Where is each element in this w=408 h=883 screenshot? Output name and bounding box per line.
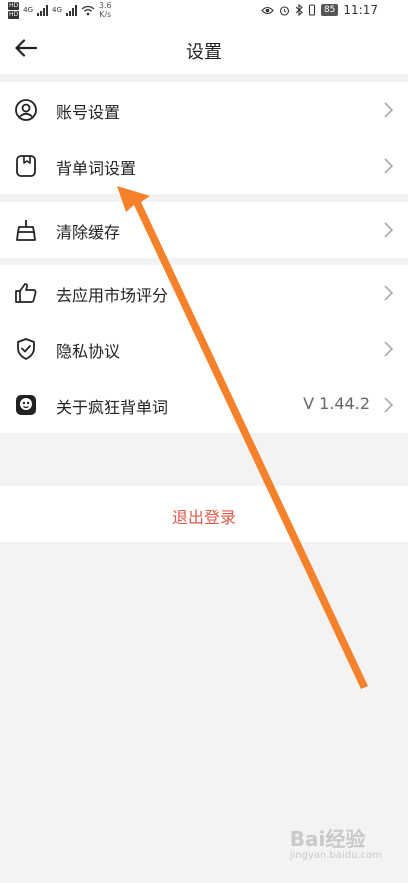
settings-group-2: 清除缓存 bbox=[0, 202, 408, 258]
signal-type-1: 4G bbox=[23, 6, 34, 14]
logout-button[interactable]: 退出登录 bbox=[0, 486, 408, 542]
rate-app-row[interactable]: 去应用市场评分 bbox=[0, 265, 408, 321]
settings-group-1: 账号设置 背单词设置 bbox=[0, 82, 408, 194]
privacy-policy-label: 隐私协议 bbox=[56, 342, 121, 361]
signal-bars-1-icon bbox=[37, 4, 49, 16]
shield-check-icon bbox=[17, 338, 35, 360]
account-settings-label: 账号设置 bbox=[56, 103, 121, 122]
about-app-row[interactable]: 关于疯狂背单词 V 1.44.2 bbox=[0, 377, 408, 433]
status-right: 85 11:17 bbox=[261, 3, 378, 17]
watermark-text: Bai经验 bbox=[289, 827, 366, 851]
rate-app-label: 去应用市场评分 bbox=[56, 286, 169, 305]
user-circle-icon bbox=[15, 99, 37, 121]
bluetooth-icon bbox=[295, 4, 303, 16]
network-speed: 3.6 K/s bbox=[99, 1, 112, 19]
wifi-icon bbox=[81, 5, 95, 15]
chevron-right-icon bbox=[384, 285, 394, 301]
clear-cache-label: 清除缓存 bbox=[56, 223, 121, 242]
clear-cache-row[interactable]: 清除缓存 bbox=[0, 202, 408, 258]
chevron-right-icon bbox=[384, 102, 394, 118]
privacy-policy-row[interactable]: 隐私协议 bbox=[0, 321, 408, 377]
chevron-right-icon bbox=[384, 158, 394, 174]
chevron-right-icon bbox=[384, 341, 394, 357]
network-speed-unit: K/s bbox=[99, 10, 112, 19]
vocab-settings-row[interactable]: 背单词设置 bbox=[0, 138, 408, 194]
page-title: 设置 bbox=[186, 42, 222, 63]
account-settings-row[interactable]: 账号设置 bbox=[0, 82, 408, 138]
annotation-arrow-shape bbox=[117, 186, 368, 689]
alarm-icon bbox=[279, 5, 290, 16]
status-left: HD HD 4G 4G 3.6 K/s bbox=[8, 1, 112, 19]
thumbs-up-icon bbox=[15, 283, 37, 303]
about-app-label: 关于疯狂背单词 bbox=[56, 398, 169, 417]
settings-group-3: 去应用市场评分 隐私协议 关于疯狂背单词 V 1.44.2 bbox=[0, 265, 408, 433]
signal-type-2: 4G bbox=[52, 6, 62, 14]
app-header: 设置 bbox=[0, 22, 408, 74]
vocab-settings-label: 背单词设置 bbox=[56, 159, 137, 178]
battery-level: 85 bbox=[320, 4, 339, 16]
vibrate-icon bbox=[308, 4, 316, 16]
app-version: V 1.44.2 bbox=[303, 394, 370, 413]
baidu-watermark: Bai经验 jingyan.baidu.com bbox=[290, 823, 382, 861]
chevron-right-icon bbox=[384, 222, 394, 238]
chevron-right-icon bbox=[384, 397, 394, 413]
status-bar: HD HD 4G 4G 3.6 K/s 85 11:17 bbox=[0, 0, 408, 22]
network-speed-value: 3.6 bbox=[98, 1, 112, 10]
hd-badges: HD HD bbox=[8, 1, 20, 19]
broom-icon bbox=[16, 220, 36, 241]
signal-bars-2-icon bbox=[65, 4, 77, 16]
watermark-subtext: jingyan.baidu.com bbox=[289, 850, 382, 861]
clock: 11:17 bbox=[343, 3, 378, 17]
logout-label: 退出登录 bbox=[171, 508, 236, 527]
bookmark-box-icon bbox=[16, 155, 36, 177]
hd-badge-top: HD bbox=[8, 1, 20, 10]
hd-badge-bottom: HD bbox=[8, 10, 20, 19]
app-logo-icon bbox=[16, 395, 36, 415]
eye-icon bbox=[261, 6, 274, 14]
